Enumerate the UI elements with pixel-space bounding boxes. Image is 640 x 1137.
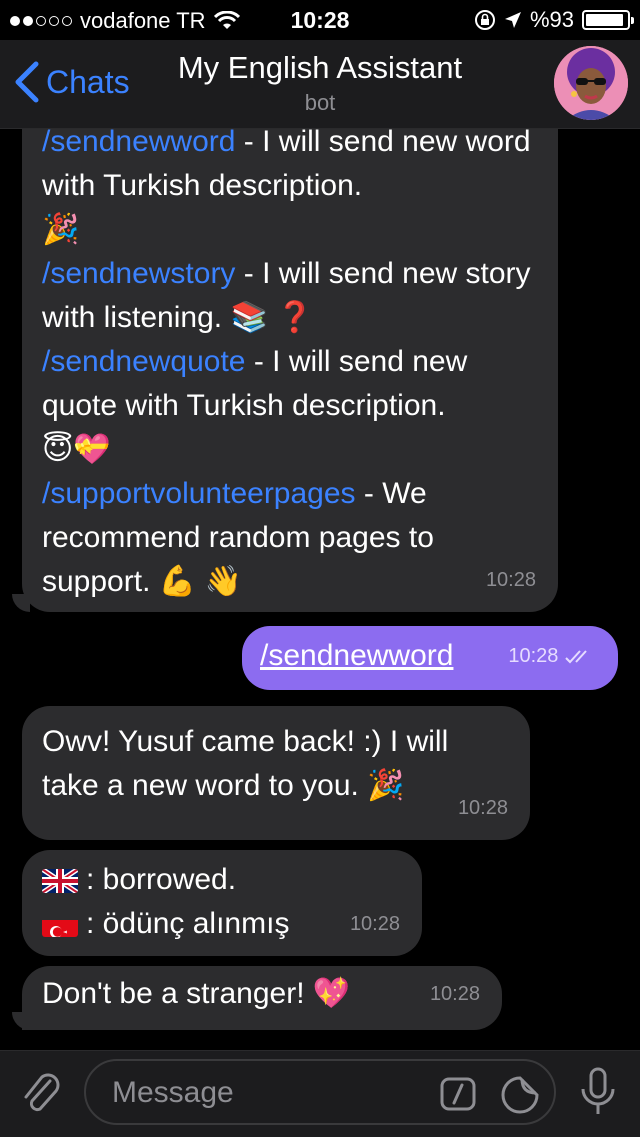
sticker-icon[interactable] <box>500 1075 540 1115</box>
navigation-bar: Chats My English Assistant bot <box>0 40 640 129</box>
location-icon <box>504 12 521 28</box>
books-icon: 📚 <box>230 300 268 335</box>
battery-percent: %93 <box>529 7 574 32</box>
command-link-sendnewword-sent[interactable]: /sendnewword <box>260 634 453 678</box>
message-input-bar <box>0 1050 640 1137</box>
party-popper-icon: 🎉 <box>42 212 80 247</box>
message-list[interactable]: /sendnewword - I will send new word with… <box>0 40 640 1050</box>
message-time: 10:28 <box>349 913 400 935</box>
rotation-lock-icon <box>474 10 495 30</box>
flexed-biceps-icon: 💪 <box>158 564 197 599</box>
double-check-icon <box>565 650 587 664</box>
message-field[interactable] <box>84 1059 556 1125</box>
message-time: 10:28 <box>429 983 480 1005</box>
command-link-sendnewstory[interactable]: /sendnewstory <box>42 257 235 290</box>
party-popper-icon: 🎉 <box>367 768 405 803</box>
message-bubble-outgoing: /sendnewword 10:28 <box>242 626 618 690</box>
paperclip-icon[interactable] <box>20 1069 64 1119</box>
status-right: %93 <box>474 7 634 33</box>
word-english: : borrowed. <box>86 863 237 896</box>
message-bubble-reply: Owv! Yusuf came back! :) I will take a n… <box>22 706 530 840</box>
sparkling-heart-icon: 💖 <box>312 976 351 1011</box>
uk-flag-icon <box>42 869 78 894</box>
word-turkish: : ödünç alınmış <box>86 907 290 940</box>
message-bubble-commands: /sendnewword - I will send new word with… <box>22 110 558 612</box>
smiling-halo-icon: 😇 <box>42 432 74 467</box>
microphone-icon[interactable] <box>578 1067 618 1119</box>
waving-hand-icon: 👋 <box>204 564 242 599</box>
heart-ribbon-icon: 💝 <box>73 432 111 467</box>
message-bubble-word: : borrowed. : ödünç alınmış 10:28 <box>22 850 422 956</box>
question-box-icon: ❓ <box>276 300 314 335</box>
chat-title[interactable]: My English Assistant <box>0 50 640 86</box>
command-link-supportvolunteerpages[interactable]: /supportvolunteerpages <box>42 477 356 510</box>
status-bar: vodafone TR 10:28 %93 <box>0 0 640 40</box>
bubble-tail <box>12 594 30 612</box>
message-time: 10:28 <box>508 634 594 678</box>
bubble-tail <box>12 1012 30 1030</box>
message-time: 10:28 <box>485 569 536 591</box>
message-time: 10:28 <box>457 797 508 819</box>
command-link-sendnewword[interactable]: /sendnewword <box>42 125 235 158</box>
turkey-flag-icon <box>42 913 78 938</box>
bot-avatar[interactable] <box>554 46 628 120</box>
chat-subtitle: bot <box>304 90 336 115</box>
command-link-sendnewquote[interactable]: /sendnewquote <box>42 345 246 378</box>
message-input[interactable] <box>110 1071 414 1115</box>
message-text: Don't be a stranger! <box>42 977 305 1010</box>
bot-command-icon[interactable] <box>440 1077 476 1111</box>
battery-icon <box>582 10 634 30</box>
message-bubble-last: Don't be a stranger! 💖 10:28 <box>22 966 502 1030</box>
